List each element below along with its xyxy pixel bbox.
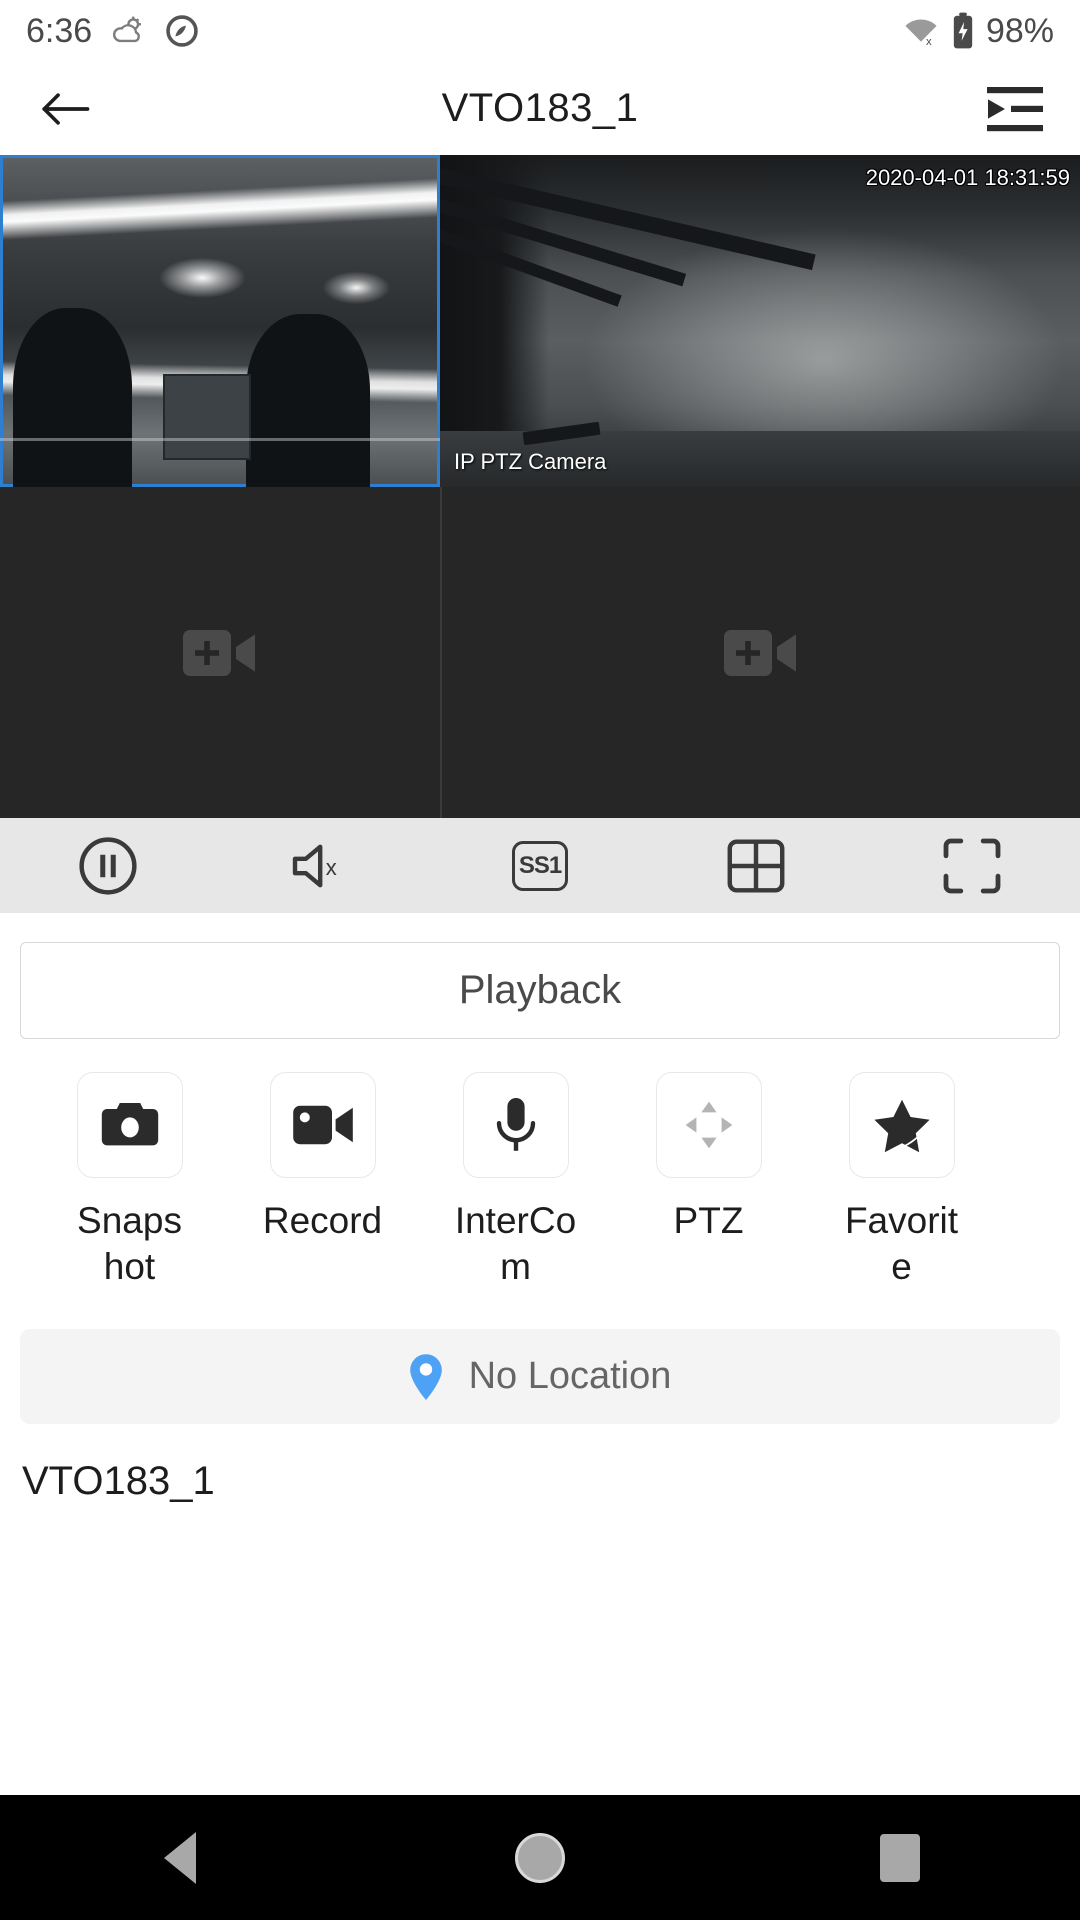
favorite-label: Favorite (844, 1200, 959, 1287)
intercom-label: InterCom (454, 1200, 577, 1287)
svg-text:x: x (926, 36, 932, 48)
wifi-off-icon: x (902, 14, 940, 48)
video-pane-2-channel-name: IP PTZ Camera (454, 449, 607, 474)
action-record[interactable]: Record (226, 1072, 419, 1290)
action-favorite[interactable]: Favorite (805, 1072, 998, 1290)
page-title: VTO183_1 (441, 86, 639, 130)
stream-quality-badge: SS1 (512, 840, 568, 891)
add-camera-icon (183, 624, 257, 682)
status-bar: 6:36 x 98% (0, 0, 1080, 62)
location-button[interactable]: No Location (20, 1329, 1060, 1424)
mute-button[interactable]: x (216, 818, 432, 913)
video-pane-3-empty[interactable] (0, 487, 440, 818)
video-scene-shape (162, 374, 251, 461)
video-pane-2[interactable]: 2020-04-01 18:31:59 IP PTZ Camera (440, 155, 1080, 487)
playback-button[interactable]: Playback (20, 942, 1060, 1039)
action-ptz[interactable]: PTZ (612, 1072, 805, 1290)
grid-4-icon (727, 838, 785, 893)
ptz-dpad-icon (685, 1101, 732, 1149)
status-bar-left: 6:36 (26, 12, 200, 51)
home-circle-icon (515, 1832, 565, 1883)
device-name: VTO183_1 (22, 1459, 215, 1503)
device-list-button[interactable] (984, 81, 1046, 137)
camera-icon (101, 1103, 158, 1146)
do-not-disturb-icon (164, 13, 200, 49)
nav-back-button[interactable] (0, 1831, 360, 1884)
video-pane-4-empty[interactable] (440, 487, 1080, 818)
status-bar-clock: 6:36 (26, 11, 93, 50)
svg-text:x: x (326, 855, 337, 880)
pause-button[interactable] (0, 818, 216, 913)
speaker-muted-icon: x (292, 844, 337, 887)
pause-circle-icon (79, 836, 137, 895)
playlist-play-icon (987, 86, 1043, 131)
nav-home-button[interactable] (360, 1832, 720, 1883)
snapshot-button[interactable] (76, 1072, 183, 1178)
layout-button[interactable] (648, 818, 864, 913)
status-bar-right: x 98% (902, 12, 1054, 51)
battery-charging-icon (950, 12, 976, 50)
fullscreen-icon (943, 838, 1001, 893)
video-scene-shape (13, 307, 132, 487)
location-text: No Location (468, 1355, 672, 1397)
snapshot-label: Snapshot (77, 1200, 182, 1287)
microphone-icon (496, 1098, 535, 1151)
video-scene-shape (246, 314, 370, 487)
video-grid: 2020-04-01 18:31:59 IP PTZ Camera (0, 155, 1080, 818)
recents-square-icon (880, 1833, 920, 1882)
intercom-button[interactable] (462, 1072, 569, 1178)
add-camera-icon (724, 624, 798, 682)
video-pane-2-timestamp: 2020-04-01 18:31:59 (865, 165, 1070, 190)
map-pin-icon (409, 1353, 443, 1401)
ptz-button[interactable] (655, 1072, 762, 1178)
weather-partly-cloudy-icon (110, 13, 146, 49)
stream-quality-button[interactable]: SS1 (432, 818, 648, 913)
favorite-button[interactable] (848, 1072, 955, 1178)
video-scene-shape (0, 437, 440, 441)
nav-recents-button[interactable] (720, 1833, 1080, 1882)
video-camera-icon (292, 1105, 353, 1145)
back-triangle-icon (164, 1831, 196, 1884)
ptz-label: PTZ (673, 1200, 744, 1241)
back-button[interactable] (34, 78, 96, 140)
video-pane-1[interactable] (0, 155, 440, 487)
battery-percentage: 98% (985, 11, 1054, 50)
video-control-bar: x SS1 (0, 818, 1080, 913)
app-bar: VTO183_1 (0, 62, 1080, 155)
action-row[interactable]: Snapshot Record InterCom PTZ Favorite (0, 1072, 1080, 1290)
action-intercom[interactable]: InterCom (419, 1072, 612, 1290)
android-nav-bar (0, 1795, 1080, 1920)
location-section: No Location (0, 1290, 1080, 1424)
record-label: Record (262, 1200, 383, 1241)
playback-section: Playback (0, 913, 1080, 1039)
fullscreen-button[interactable] (864, 818, 1080, 913)
star-icon (873, 1099, 930, 1153)
record-button[interactable] (269, 1072, 376, 1178)
action-snapshot[interactable]: Snapshot (33, 1072, 226, 1290)
